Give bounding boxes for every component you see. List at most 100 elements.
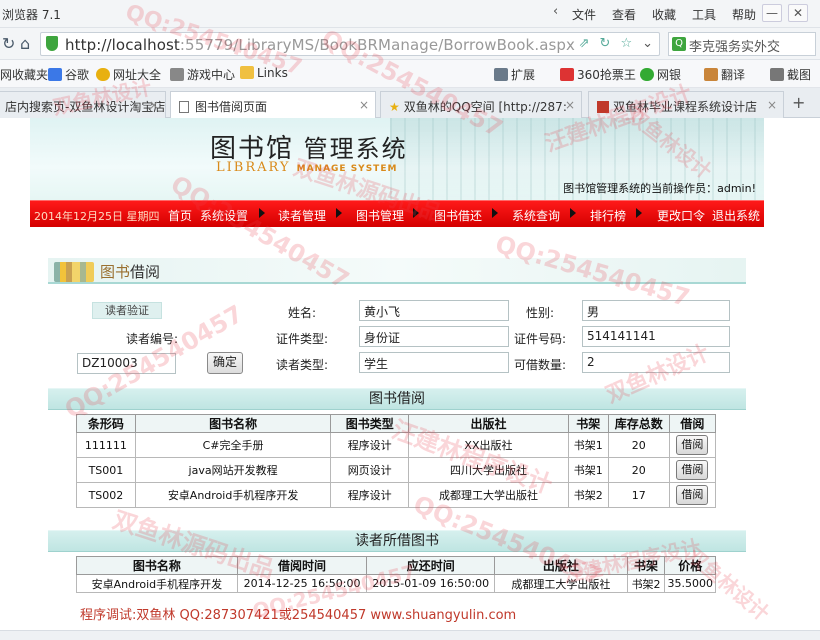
nav-arrow-icon [570,208,576,218]
books-icon [54,262,94,282]
grid-icon [494,68,508,81]
gender-label: 性别: [526,306,555,320]
cell-action: 借阅 [668,432,717,458]
refresh-icon[interactable]: ↻ [600,36,611,51]
fav-screenshot[interactable]: 截图 [770,66,811,83]
col-shelf: 书架 [626,556,666,575]
name-field: 黄小飞 [359,300,509,321]
tab-borrow-page[interactable]: 图书借阅页面 × [170,91,376,119]
ticket-icon [560,68,574,81]
fav-tickets[interactable]: 360抢票王 [560,66,636,83]
share-icon[interactable]: ⇗ [579,36,590,51]
nav-book-manage[interactable]: 图书管理 [356,207,404,224]
footer-credit: 程序调试:双鱼林 QQ:287307421或254540457 www.shua… [80,608,517,623]
library-page: 图书馆 管理系统 LIBRARY MANAGE SYSTEM 图书馆管理系统的当… [30,118,764,640]
reload-icon[interactable]: ↻ [2,34,15,53]
col-borrow-time: 借阅时间 [236,556,368,575]
globe-icon [96,68,110,81]
minimize-icon[interactable]: — [762,4,782,22]
fav-links[interactable]: Links [240,66,288,80]
search-input[interactable]: Q 李克强务实外交 [668,32,816,56]
col-due-time: 应还时间 [366,556,496,575]
col-price: 价格 [664,556,716,575]
quota-field: 2 [582,352,730,373]
col-book-name: 图书名称 [76,556,238,575]
chevron-down-icon[interactable]: ⌄ [642,36,653,51]
cell-book-type: 程序设计 [330,482,410,508]
quota-label: 可借数量: [514,358,567,372]
col-publisher: 出版社 [494,556,628,575]
home-icon[interactable]: ⌂ [20,34,30,53]
confirm-button[interactable]: 确定 [207,352,243,374]
borrow-button[interactable]: 借阅 [676,435,709,455]
nav-system-query[interactable]: 系统查询 [512,207,560,224]
col-book-type: 图书类型 [330,414,410,433]
fav-site-nav[interactable]: 网址大全 [96,66,161,83]
header-banner: 图书馆 管理系统 LIBRARY MANAGE SYSTEM 图书馆管理系统的当… [30,118,764,200]
nav-ranking[interactable]: 排行榜 [590,207,626,224]
table-row: TS001 java网站开发教程 网页设计 四川大学出版社 书架1 20 借阅 [76,457,717,483]
fav-bank[interactable]: 网银 [640,66,681,83]
menu-tools[interactable]: 工具 [692,6,732,23]
nav-home[interactable]: 首页 [168,207,192,224]
close-icon[interactable]: ✕ [788,4,808,22]
fav-translate[interactable]: 翻译 [704,66,745,83]
bookmark-star-icon[interactable]: ☆ [620,36,632,51]
translate-icon [704,68,718,81]
nav-reader-manage[interactable]: 读者管理 [278,207,326,224]
nav-system-settings[interactable]: 系统设置 [200,207,248,224]
nav-arrow-icon [336,208,342,218]
borrow-button[interactable]: 借阅 [676,460,709,480]
close-tab-icon[interactable]: × [565,98,575,112]
main-nav: 2014年12月25日 星期四 首页 系统设置 读者管理 图书管理 图书借还 系… [30,200,764,227]
cell-shelf: 书架2 [626,574,666,593]
tab-qq-space[interactable]: ★ 双鱼林的QQ空间 [http://287: × [380,91,582,118]
lent-table: 图书名称 借阅时间 应还时间 出版社 书架 价格 安卓Android手机程序开发… [76,556,716,593]
star-icon: ★ [389,100,400,114]
table-header-row: 条形码 图书名称 图书类型 出版社 书架 库存总数 借阅 [76,414,717,433]
tab-label: 双鱼林毕业课程系统设计店 [613,100,758,114]
nav-change-password[interactable]: 更改口令 [657,207,705,224]
fav-extensions[interactable]: 扩展 [494,66,535,83]
cell-stock: 20 [607,432,670,458]
col-barcode: 条形码 [76,414,136,433]
address-bar-row: ↻ ⌂ http://localhost:55779/LibraryMS/Boo… [0,28,820,60]
back-arrow-icon[interactable]: ‹ [553,4,558,19]
nav-logout[interactable]: 退出系统 [712,207,760,224]
tab-bar: 店内搜索页-双鱼林设计淘宝店 × 图书借阅页面 × ★ 双鱼林的QQ空间 [http:… [0,88,820,119]
table-row: 安卓Android手机程序开发 2014-12-25 16:50:00 2015… [76,574,716,593]
nav-borrow-return[interactable]: 图书借还 [434,207,482,224]
security-shield-icon [46,36,58,51]
menu-file[interactable]: 文件 [572,6,612,23]
close-tab-icon[interactable]: × [767,98,777,112]
tab-taobao-search[interactable]: 店内搜索页-双鱼林设计淘宝店 × [0,91,166,118]
fav-collection[interactable]: 网收藏夹 [0,66,48,83]
url-input[interactable]: http://localhost:55779/LibraryMS/BookBRM… [40,32,660,56]
menu-favorites[interactable]: 收藏 [652,6,692,23]
menu-view[interactable]: 查看 [612,6,652,23]
google-icon [48,68,62,81]
cell-book-type: 网页设计 [330,457,410,483]
fav-google[interactable]: 谷歌 [48,66,89,83]
nav-date: 2014年12月25日 星期四 [34,210,160,223]
cert-no-field: 514141141 [582,326,730,347]
section-title-a: 图书 [100,263,131,281]
close-tab-icon[interactable]: × [149,98,159,112]
cell-stock: 20 [607,457,670,483]
reader-id-input[interactable]: DZ10003 [77,353,176,374]
borrow-button[interactable]: 借阅 [676,485,709,505]
tab-course-shop[interactable]: 双鱼林毕业课程系统设计店 × [588,91,784,118]
reader-type-field: 学生 [359,352,509,373]
cell-barcode: 111111 [76,432,136,458]
col-stock: 库存总数 [607,414,670,433]
url-text: http://localhost:55779/LibraryMS/BookBRM… [65,36,576,54]
close-tab-icon[interactable]: × [359,98,369,112]
fav-games[interactable]: 游戏中心 [170,66,235,83]
favorites-bar: 网收藏夹 谷歌 网址大全 游戏中心 Links 扩展 360抢票王 网银 翻译 … [0,60,820,88]
borrow-section-title: 图书借阅 [48,388,746,410]
table-row: TS002 安卓Android手机程序开发 程序设计 成都理工大学出版社 书架2… [76,482,717,508]
cell-publisher: 四川大学出版社 [408,457,569,483]
col-shelf: 书架 [567,414,609,433]
new-tab-button[interactable]: + [792,93,805,112]
cell-book-name: java网站开发教程 [134,457,332,483]
